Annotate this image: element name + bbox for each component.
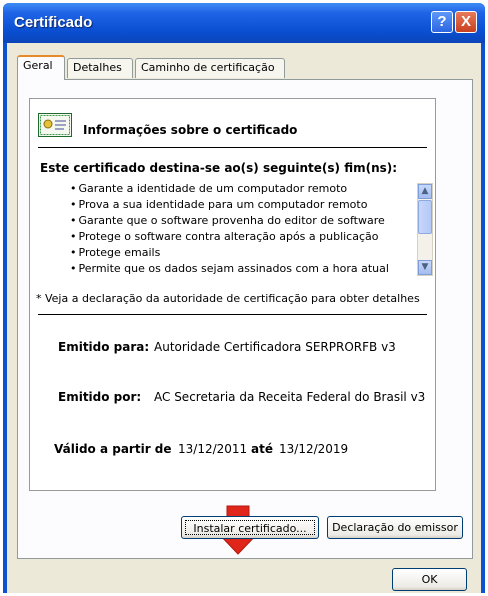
divider-top xyxy=(38,147,427,148)
install-certificate-button[interactable]: Instalar certificado... xyxy=(181,516,319,539)
scroll-up-icon[interactable]: ▲ xyxy=(418,184,432,199)
issued-to-value: Autoridade Certificadora SERPRORFB v3 xyxy=(154,340,396,354)
help-button[interactable]: ? xyxy=(431,11,453,33)
issued-by-value: AC Secretaria da Receita Federal do Bras… xyxy=(154,390,426,404)
ok-button[interactable]: OK xyxy=(392,568,467,591)
tab-detalhes[interactable]: Detalhes xyxy=(67,58,133,78)
window-title: Certificado xyxy=(14,14,93,31)
purpose-title: Este certificado destina-se ao(s) seguin… xyxy=(40,161,398,175)
close-button[interactable]: X xyxy=(455,11,477,33)
authority-statement-note: * Veja a declaração da autoridade de cer… xyxy=(36,292,420,305)
valid-from-value: 13/12/2011 xyxy=(178,442,248,456)
valid-from-label: Válido a partir de xyxy=(54,442,172,456)
tab-caminho-certificacao[interactable]: Caminho de certificação xyxy=(135,58,285,78)
list-item: Prova a sua identidade para um computado… xyxy=(70,197,410,213)
title-bar[interactable]: Certificado ? X xyxy=(3,3,485,43)
scroll-thumb[interactable] xyxy=(418,200,432,234)
list-item: Garante a identidade de um computador re… xyxy=(70,181,410,197)
purpose-scrollbar[interactable]: ▲ ▼ xyxy=(417,183,433,276)
install-certificate-label: Instalar certificado... xyxy=(185,520,315,535)
list-item: Protege o software contra alteração após… xyxy=(70,229,410,245)
list-item: Garante que o software provenha do edito… xyxy=(70,213,410,229)
tab-geral[interactable]: Geral xyxy=(17,55,65,80)
list-item: Protege emails xyxy=(70,245,410,261)
issuer-statement-button[interactable]: Declaração do emissor xyxy=(327,516,463,539)
certificate-info-heading: Informações sobre o certificado xyxy=(83,123,298,137)
dialog-client-area: Geral Detalhes Caminho de certificação I… xyxy=(7,43,481,593)
issued-by-label: Emitido por: xyxy=(58,390,142,404)
certificate-icon xyxy=(38,113,72,137)
list-item: Permite que os dados sejam assinados com… xyxy=(70,261,410,277)
divider-middle xyxy=(38,314,427,315)
valid-to-label: até xyxy=(251,442,273,456)
certificate-info-box: Informações sobre o certificado Este cer… xyxy=(29,98,436,491)
purpose-list[interactable]: Garante a identidade de um computador re… xyxy=(70,181,410,277)
scroll-down-icon[interactable]: ▼ xyxy=(418,260,432,275)
valid-to-value: 13/12/2019 xyxy=(279,442,349,456)
issued-to-label: Emitido para: xyxy=(58,340,150,354)
certificate-window: Certificado ? X Geral Detalhes Caminho d… xyxy=(3,3,485,593)
